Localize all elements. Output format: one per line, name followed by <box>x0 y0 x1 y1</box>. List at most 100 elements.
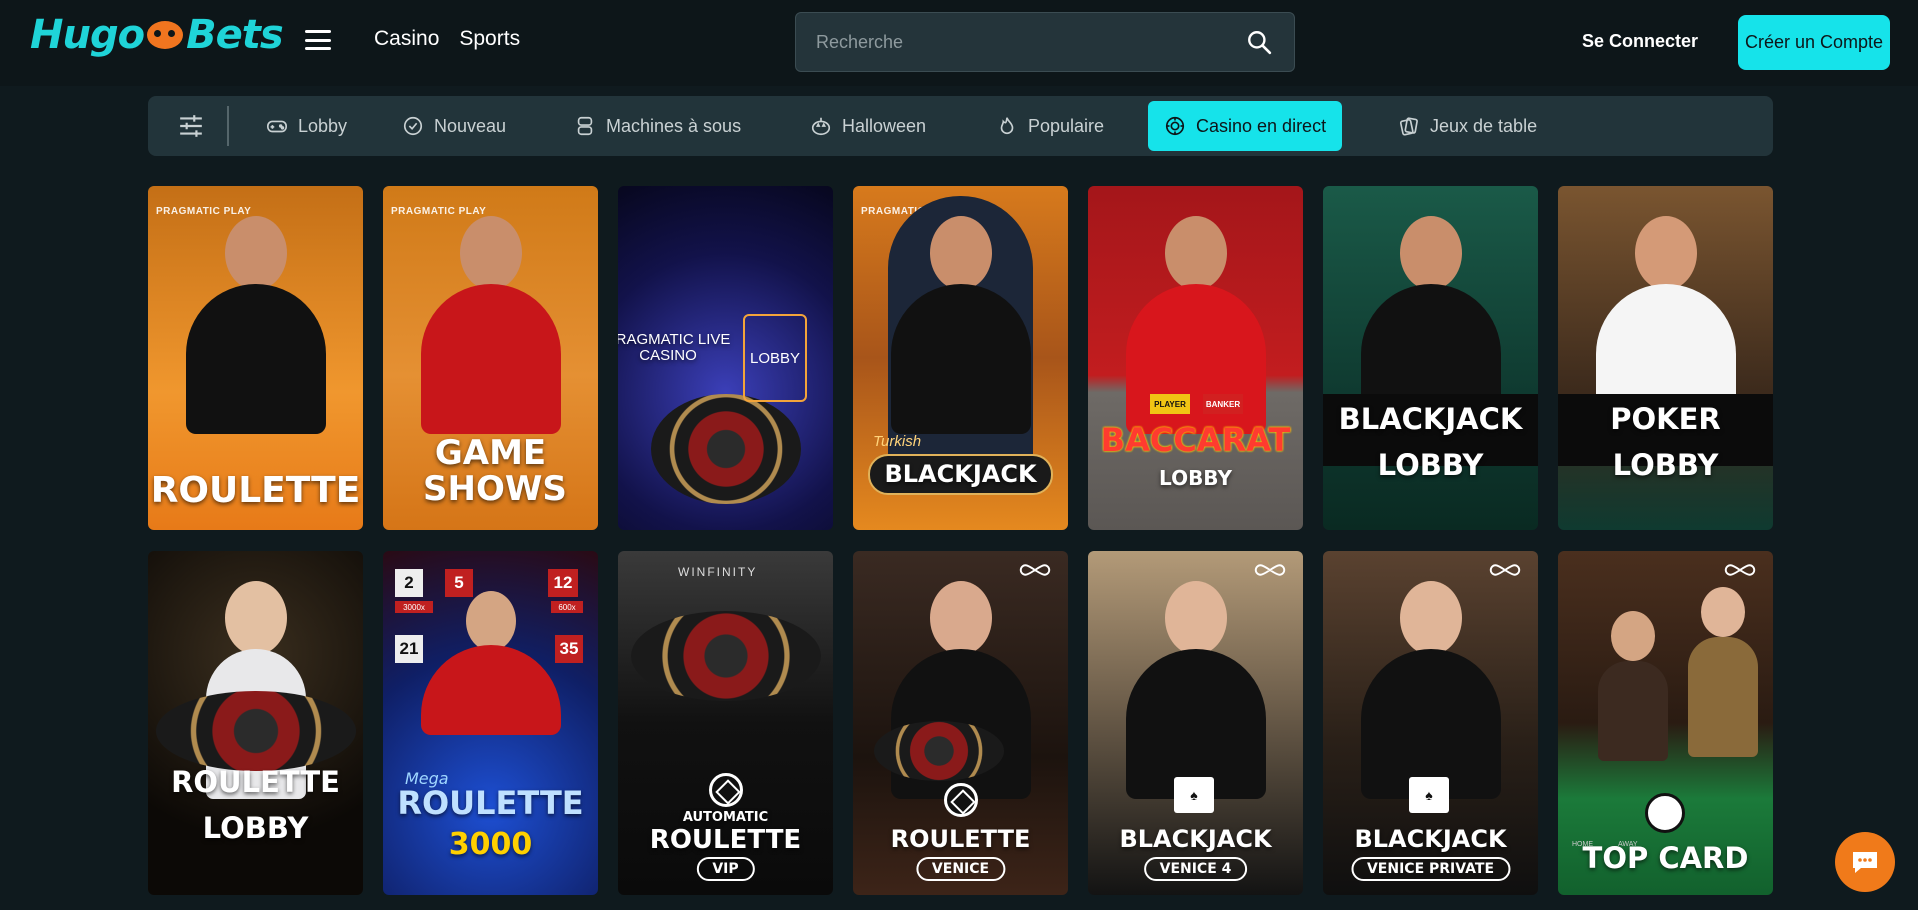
dealer-image <box>1688 587 1758 757</box>
nav-sports[interactable]: Sports <box>459 27 520 51</box>
game-number: 3000 <box>448 827 533 862</box>
winfinity-logo: WINFINITY <box>678 565 758 579</box>
winfinity-emblem-icon <box>708 773 743 807</box>
game-tile-baccarat-lobby[interactable]: PLAYER BANKER BACCARAT LOBBY <box>1088 186 1303 530</box>
category-machines-a-sous[interactable]: Machines à sous <box>558 101 757 151</box>
cards-icon <box>1399 117 1418 136</box>
category-nouveau[interactable]: Nouveau <box>386 101 522 151</box>
game-tile-roulette[interactable]: PRAGMATIC PLAY ROULETTE <box>148 186 363 530</box>
category-lobby[interactable]: Lobby <box>250 101 363 151</box>
game-tile-automatic-roulette-vip[interactable]: WINFINITY AUTOMATIC ROULETTE VIP <box>618 551 833 895</box>
menu-icon[interactable] <box>305 30 331 50</box>
multiplier-tile: 21 <box>395 635 423 663</box>
dealer-image <box>420 591 561 735</box>
category-label: Lobby <box>298 115 348 136</box>
game-tile-blackjack-venice-private[interactable]: ♠ BLACKJACK VENICE PRIVATE <box>1323 551 1538 895</box>
game-tile-poker-lobby[interactable]: POKER LOBBY <box>1558 186 1773 530</box>
category-label: Halloween <box>842 115 927 136</box>
multiplier-badge: 3000x <box>395 601 433 613</box>
game-title: ROULETTE <box>397 784 584 822</box>
game-tile-game-shows[interactable]: PRAGMATIC PLAY GAME SHOWS <box>383 186 598 530</box>
game-title: BLACKJACK <box>868 454 1053 496</box>
mascot-icon <box>147 21 184 49</box>
game-tile-blackjack-venice-4[interactable]: ♠ BLACKJACK VENICE 4 <box>1088 551 1303 895</box>
search-icon[interactable] <box>1246 29 1272 55</box>
dealer-image <box>1125 581 1266 799</box>
game-title: ROULETTE <box>171 765 340 799</box>
pumpkin-icon <box>811 117 831 136</box>
badge-check-icon <box>403 116 423 136</box>
dealer-image <box>1360 581 1501 799</box>
logo-text-hugo: Hugo <box>30 12 145 58</box>
game-tag: VIP <box>696 857 755 881</box>
game-tile-pragmatic-live-casino[interactable]: PRAGMATIC LIVE CASINO LOBBY <box>618 186 833 530</box>
game-tile-turkish-blackjack[interactable]: PRAGMATIC PLAY Turkish BLACKJACK <box>853 186 1068 530</box>
multiplier-badge: 600x <box>551 601 583 613</box>
game-title: ROULETTE <box>890 825 1031 853</box>
category-bar: Lobby Nouveau Machines à sous Halloween … <box>148 96 1773 156</box>
banker-chip: BANKER <box>1203 394 1243 414</box>
multiplier-tile: 2 <box>395 569 423 597</box>
dealer-image <box>185 216 326 434</box>
game-tile-top-card[interactable]: HOME AWAY TOP CARD <box>1558 551 1773 895</box>
game-title: BLACKJACK <box>1354 825 1507 853</box>
player-chip: PLAYER <box>1150 394 1190 414</box>
game-title: BLACKJACK <box>1338 402 1523 436</box>
game-tile-mega-roulette-3000[interactable]: 2 3000x 5 12 600x 21 35 Mega ROULETTE 30… <box>383 551 598 895</box>
category-label: Populaire <box>1028 115 1105 136</box>
game-subtitle: LOBBY <box>202 811 309 845</box>
category-label: Casino en direct <box>1196 115 1327 136</box>
category-casino-en-direct[interactable]: Casino en direct <box>1148 101 1343 151</box>
roulette-wheel-image <box>630 611 821 701</box>
cards-icon: ♠ <box>1174 777 1214 813</box>
slot-machine-icon <box>577 116 593 136</box>
multiplier-tile: 12 <box>548 569 578 597</box>
game-tag: VENICE <box>915 857 1006 881</box>
category-halloween[interactable]: Halloween <box>794 101 942 151</box>
chat-bubble-icon <box>1853 852 1877 873</box>
dealer-image <box>420 216 561 434</box>
game-tile-roulette-lobby[interactable]: ROULETTE LOBBY <box>148 551 363 895</box>
logo-text-bets: Bets <box>186 12 284 58</box>
game-title: ROULETTE <box>649 825 802 855</box>
category-label: Jeux de table <box>1430 115 1538 136</box>
game-tile-blackjack-lobby[interactable]: BLACKJACK LOBBY <box>1323 186 1538 530</box>
roulette-wheel-image <box>874 721 1004 781</box>
soccer-ball-icon <box>1645 793 1685 833</box>
category-label: Machines à sous <box>606 115 742 136</box>
infinity-logo-icon <box>1019 564 1051 576</box>
game-subtitle: LOBBY <box>1159 466 1232 490</box>
game-title: BLACKJACK <box>1119 825 1272 853</box>
chat-button[interactable] <box>1835 832 1895 892</box>
game-top-label: AUTOMATIC <box>682 810 769 825</box>
dealer-image <box>890 216 1031 434</box>
roulette-chip-icon <box>1165 116 1185 136</box>
search-input[interactable] <box>796 13 1236 71</box>
winfinity-emblem-icon <box>943 783 978 817</box>
roulette-wheel-image <box>155 691 356 771</box>
search-box <box>795 12 1295 72</box>
dealer-image <box>1598 611 1668 761</box>
signup-button[interactable]: Créer un Compte <box>1738 15 1890 70</box>
infinity-logo-icon <box>1724 564 1756 576</box>
game-title: BACCARAT <box>1100 421 1291 459</box>
category-populaire[interactable]: Populaire <box>980 101 1120 151</box>
gamepad-icon <box>267 120 287 133</box>
category-jeux-de-table[interactable]: Jeux de table <box>1382 101 1553 151</box>
game-title: ROULETTE <box>150 470 361 511</box>
hugobets-logo[interactable]: Hugo Bets <box>30 12 284 58</box>
nav-casino[interactable]: Casino <box>374 27 439 51</box>
cards-icon: ♠ <box>1409 777 1449 813</box>
filter-icon[interactable] <box>178 113 204 139</box>
category-label: Nouveau <box>434 115 507 136</box>
game-title: PRAGMATIC LIVE CASINO <box>618 331 731 364</box>
flame-icon <box>1000 117 1014 135</box>
site-header: Hugo Bets Casino Sports Se Connecter Cré… <box>0 0 1918 86</box>
divider <box>227 106 229 146</box>
infinity-logo-icon <box>1254 564 1286 576</box>
login-button[interactable]: Se Connecter <box>1582 31 1698 52</box>
game-tag: VENICE PRIVATE <box>1350 857 1511 881</box>
top-nav: Casino Sports <box>374 27 520 51</box>
game-subtitle: LOBBY <box>1377 448 1484 482</box>
game-tile-roulette-venice[interactable]: ROULETTE VENICE <box>853 551 1068 895</box>
